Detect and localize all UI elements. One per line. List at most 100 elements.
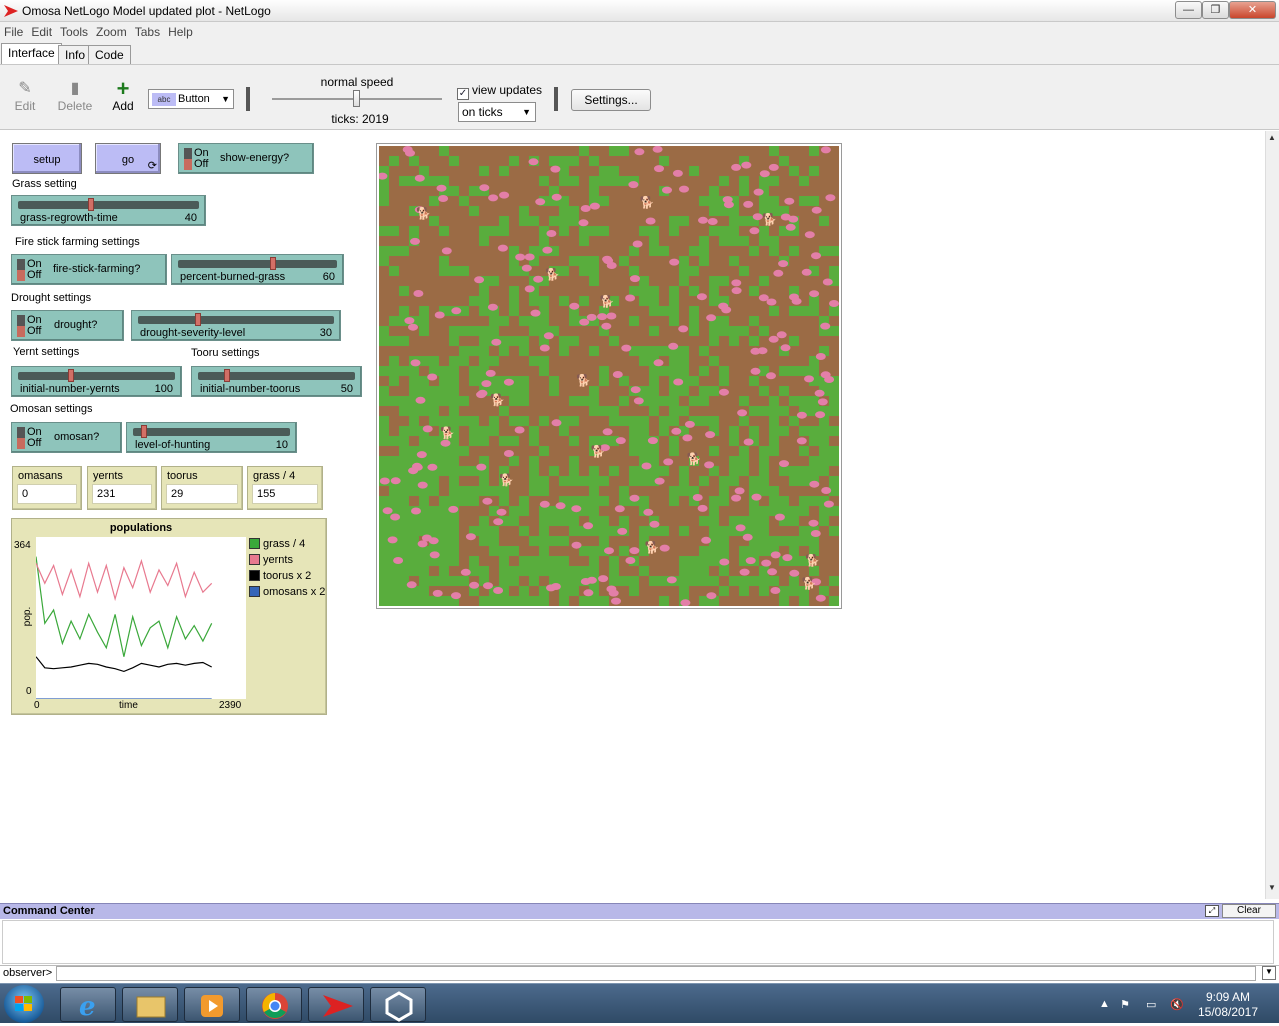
grass-patch xyxy=(729,326,739,336)
grass-patch xyxy=(379,196,389,206)
slider-thumb[interactable] xyxy=(88,198,94,211)
yernt-agent xyxy=(583,589,594,597)
delete-tool[interactable]: ▮ Delete xyxy=(56,79,94,113)
speed-slider-thumb[interactable] xyxy=(353,90,360,107)
grass-patch xyxy=(769,536,779,546)
clock[interactable]: 9:09 AM 15/08/2017 xyxy=(1190,990,1266,1020)
slider-thumb[interactable] xyxy=(223,369,230,382)
grass-patch xyxy=(409,426,419,436)
menu-zoom[interactable]: Zoom xyxy=(92,22,131,39)
menu-tabs[interactable]: Tabs xyxy=(131,22,164,39)
close-button[interactable]: ✕ xyxy=(1229,1,1276,19)
command-input[interactable] xyxy=(56,966,1256,981)
plot-xlabel: time xyxy=(119,700,138,711)
tab-code[interactable]: Code xyxy=(88,45,131,64)
menu-tools[interactable]: Tools xyxy=(56,22,92,39)
grass-patch xyxy=(799,596,809,606)
taskbar-internet-explorer[interactable]: e xyxy=(60,987,116,1022)
history-dropdown-icon[interactable]: ▼ xyxy=(1262,966,1276,980)
taskbar-netlogo[interactable] xyxy=(308,987,364,1022)
slider-track[interactable] xyxy=(133,428,290,436)
switch-knob[interactable] xyxy=(17,259,25,281)
grass-patch xyxy=(559,516,569,526)
initial-toorus-slider[interactable]: initial-number-toorus 50 xyxy=(191,366,362,397)
settings-button[interactable]: Settings... xyxy=(571,89,651,111)
yernt-agent xyxy=(411,507,421,515)
minimize-button[interactable]: — xyxy=(1175,1,1202,19)
go-button[interactable]: go ⟳ xyxy=(95,143,161,174)
grass-patch xyxy=(599,226,609,236)
taskbar-file-explorer[interactable] xyxy=(122,987,178,1022)
percent-burned-slider[interactable]: percent-burned-grass 60 xyxy=(171,254,344,285)
slider-thumb[interactable] xyxy=(269,257,276,270)
grass-patch xyxy=(759,456,769,466)
add-tool[interactable]: + Add xyxy=(110,78,136,114)
grass-patch xyxy=(519,346,529,356)
maximize-button[interactable]: ❐ xyxy=(1202,1,1229,19)
switch-knob[interactable] xyxy=(17,427,25,449)
slider-track[interactable] xyxy=(138,316,334,324)
start-button[interactable] xyxy=(4,985,44,1023)
view-updates-checkbox[interactable]: ✓ view updates xyxy=(457,83,542,100)
taskbar-unity[interactable] xyxy=(370,987,426,1022)
grass-patch xyxy=(579,256,589,266)
flag-icon[interactable]: ⚑ xyxy=(1120,998,1130,1011)
menu-help[interactable]: Help xyxy=(164,22,197,39)
network-icon[interactable]: ▭ xyxy=(1146,998,1156,1011)
edit-tool[interactable]: ✎ Edit xyxy=(12,79,38,113)
taskbar-chrome[interactable] xyxy=(246,987,302,1022)
menu-edit[interactable]: Edit xyxy=(27,22,56,39)
slider-track[interactable] xyxy=(18,372,175,380)
world-view[interactable]: 🐕 🐕 🐕 🐕 🐕 🐕 🐕 🐕 🐕 🐕 🐕 🐕 🐕 🐕 xyxy=(376,143,842,609)
taskbar-media-player[interactable] xyxy=(184,987,240,1022)
checkbox-checked-icon[interactable]: ✓ xyxy=(457,88,469,100)
yernt-agent xyxy=(779,460,789,468)
tab-info[interactable]: Info xyxy=(58,45,93,64)
clear-button[interactable]: Clear xyxy=(1222,904,1276,918)
yernt-agent xyxy=(551,419,562,427)
show-hidden-icons[interactable]: ▲ xyxy=(1099,998,1110,1010)
yernt-agent xyxy=(421,534,432,542)
update-mode-select[interactable]: on ticks ▼ xyxy=(458,102,536,122)
slider-track[interactable] xyxy=(18,201,199,209)
fire-stick-farming-switch[interactable]: On Off fire-stick-farming? xyxy=(11,254,167,285)
grass-regrowth-slider[interactable]: grass-regrowth-time 40 xyxy=(11,195,206,226)
slider-thumb[interactable] xyxy=(195,313,201,326)
grass-patch xyxy=(389,586,399,596)
drought-severity-slider[interactable]: drought-severity-level 30 xyxy=(131,310,341,341)
slider-track[interactable] xyxy=(198,372,355,380)
yernt-agent xyxy=(629,494,640,502)
slider-thumb[interactable] xyxy=(140,425,147,438)
tab-interface[interactable]: Interface xyxy=(1,43,62,64)
yernt-agent xyxy=(451,592,461,600)
slider-track[interactable] xyxy=(178,260,337,268)
menu-file[interactable]: File xyxy=(0,22,27,39)
grass-patch xyxy=(679,276,689,286)
expand-icon[interactable]: ⤢ xyxy=(1205,905,1219,917)
grass-patch xyxy=(739,396,749,406)
initial-yernts-slider[interactable]: initial-number-yernts 100 xyxy=(11,366,182,397)
grass-patch xyxy=(509,306,519,316)
setup-button[interactable]: setup xyxy=(12,143,82,174)
grass-patch xyxy=(609,416,619,426)
volume-muted-icon[interactable]: 🔇 xyxy=(1170,998,1184,1011)
hunting-level-slider[interactable]: level-of-hunting 10 xyxy=(126,422,297,453)
vertical-scrollbar[interactable]: ▲ ▼ xyxy=(1265,131,1279,899)
grass-patch xyxy=(739,456,749,466)
scroll-down-icon[interactable]: ▼ xyxy=(1268,883,1276,892)
scroll-up-icon[interactable]: ▲ xyxy=(1268,133,1276,142)
slider-name: percent-burned-grass xyxy=(180,271,286,283)
switch-knob[interactable] xyxy=(184,148,192,170)
grass-patch xyxy=(809,166,819,176)
grass-patch xyxy=(419,406,429,416)
yernt-agent xyxy=(743,200,754,208)
drought-switch[interactable]: On Off drought? xyxy=(11,310,124,341)
grass-patch xyxy=(819,426,829,436)
show-energy-switch[interactable]: On Off show-energy? xyxy=(178,143,314,174)
grass-patch xyxy=(509,296,519,306)
switch-knob[interactable] xyxy=(17,315,25,337)
observer-prompt[interactable]: observer> xyxy=(3,967,52,979)
slider-thumb[interactable] xyxy=(67,369,74,382)
widget-type-select[interactable]: abc Button ▼ xyxy=(148,89,234,109)
omosan-switch[interactable]: On Off omosan? xyxy=(11,422,122,453)
